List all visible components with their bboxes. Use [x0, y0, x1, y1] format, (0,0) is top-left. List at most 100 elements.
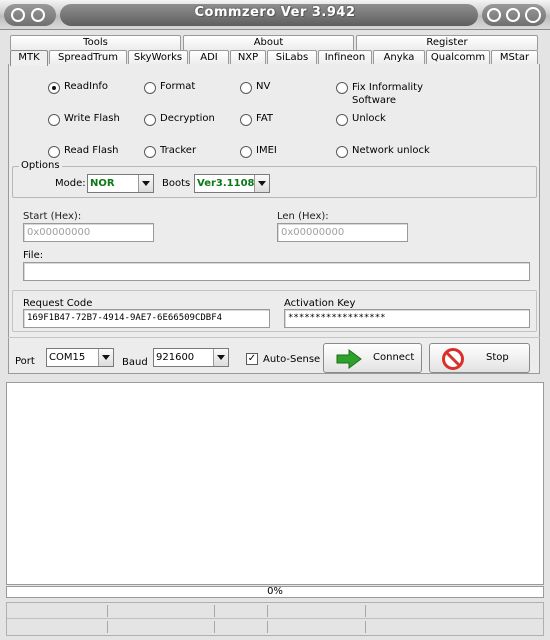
tab-label: Tools: [83, 37, 108, 48]
baud-label: Baud: [122, 357, 148, 368]
tab-label: MTK: [18, 52, 40, 63]
chevron-down-icon[interactable]: [254, 175, 269, 192]
boots-value: Ver3.1108: [197, 178, 255, 189]
tab-label: SkyWorks: [133, 52, 183, 63]
request-code-label: Request Code: [23, 298, 93, 309]
tab-register[interactable]: Register: [356, 35, 538, 50]
tab-nxp[interactable]: NXP: [230, 50, 266, 65]
tab-label: SpreadTrum: [57, 52, 119, 63]
radio-write-flash[interactable]: Write Flash: [48, 113, 120, 126]
len-hex-input[interactable]: 0x00000000: [277, 223, 408, 242]
radio-label: Format: [160, 81, 196, 92]
radio-icon: [240, 146, 252, 158]
status-separator: [107, 605, 108, 617]
chevron-down-icon[interactable]: [98, 349, 113, 366]
minimize-icon[interactable]: [487, 8, 501, 22]
radio-icon: [144, 114, 156, 126]
radio-icon: [48, 146, 60, 158]
mode-label: Mode:: [55, 178, 86, 189]
port-label: Port: [15, 356, 35, 367]
tab-skyworks[interactable]: SkyWorks: [128, 50, 188, 65]
maximize-icon[interactable]: [506, 8, 520, 22]
tab-qualcomm[interactable]: Qualcomm: [426, 50, 490, 65]
len-hex-label: Len (Hex):: [277, 211, 329, 222]
radio-icon: [336, 114, 348, 126]
tab-tools[interactable]: Tools: [10, 35, 181, 50]
radio-readinfo[interactable]: ReadInfo: [48, 81, 108, 94]
connect-button[interactable]: Connect: [323, 343, 422, 373]
radio-format[interactable]: Format: [144, 81, 195, 94]
radio-read-flash[interactable]: Read Flash: [48, 145, 119, 158]
tab-label: NXP: [237, 52, 259, 63]
file-label: File:: [23, 250, 44, 261]
radio-label: IMEI: [256, 145, 277, 156]
tab-mtk[interactable]: MTK: [10, 50, 48, 66]
tab-adi[interactable]: ADI: [189, 50, 229, 65]
tab-about[interactable]: About: [183, 35, 354, 50]
radio-decryption[interactable]: Decryption: [144, 113, 215, 126]
options-legend: Options: [19, 160, 62, 171]
tab-label: Anyka: [383, 52, 415, 63]
radio-icon: [48, 114, 60, 126]
radio-tracker[interactable]: Tracker: [144, 145, 196, 158]
start-hex-label: Start (Hex):: [23, 211, 82, 222]
status-separator: [267, 621, 268, 633]
auto-sense-label: Auto-Sense: [263, 354, 321, 365]
stop-button[interactable]: Stop: [429, 343, 530, 373]
green-arrow-right-icon: [336, 349, 362, 369]
chevron-down-icon[interactable]: [213, 349, 228, 366]
radio-label: Fix Informality Software: [352, 82, 424, 106]
mode-select[interactable]: NOR: [87, 174, 154, 193]
tab-infineon[interactable]: Infineon: [318, 50, 372, 65]
radio-nv[interactable]: NV: [240, 81, 270, 94]
radio-label: FAT: [256, 113, 274, 124]
status-separator: [267, 605, 268, 617]
port-select[interactable]: COM15: [46, 348, 114, 367]
tab-silabs[interactable]: SiLabs: [267, 50, 317, 65]
baud-select[interactable]: 921600: [153, 348, 229, 367]
mode-value: NOR: [90, 178, 115, 189]
radio-fix-informality-software[interactable]: Fix Informality Software: [336, 81, 423, 107]
tab-label: MStar: [499, 52, 530, 63]
tab-label: ADI: [200, 52, 218, 63]
divider: [8, 337, 540, 338]
radio-icon: [144, 146, 156, 158]
baud-value: 921600: [156, 352, 195, 363]
radio-icon: [336, 146, 348, 158]
chevron-down-icon[interactable]: [138, 175, 153, 192]
title-bar: Commzero Ver 3.942: [0, 0, 550, 30]
tab-mstar[interactable]: MStar: [491, 50, 538, 65]
start-hex-input[interactable]: 0x00000000: [23, 223, 154, 242]
radio-imei[interactable]: IMEI: [240, 145, 277, 158]
tab-spreadtrum[interactable]: SpreadTrum: [49, 50, 127, 65]
close-icon[interactable]: [525, 7, 541, 23]
auto-sense-checkbox[interactable]: ✓: [246, 353, 258, 365]
radio-icon: [336, 82, 348, 94]
tab-label: Register: [426, 37, 468, 48]
activation-key-field[interactable]: ******************: [284, 309, 530, 328]
radio-label: Network unlock: [352, 145, 430, 156]
radio-selected-icon: [48, 82, 60, 94]
radio-label: Read Flash: [64, 145, 119, 156]
file-input[interactable]: [23, 262, 530, 281]
status-separator: [107, 621, 108, 633]
log-area[interactable]: [6, 382, 544, 585]
radio-label: ReadInfo: [64, 81, 109, 92]
status-separator: [214, 605, 215, 617]
radio-icon: [240, 114, 252, 126]
boots-select[interactable]: Ver3.1108: [194, 174, 270, 193]
status-separator: [365, 605, 366, 617]
tab-label: About: [253, 37, 284, 48]
tab-label: Infineon: [324, 52, 366, 63]
tab-anyka[interactable]: Anyka: [373, 50, 425, 65]
radio-icon: [144, 82, 156, 94]
tab-label: Qualcomm: [430, 52, 486, 63]
request-code-field[interactable]: 169F1B47-72B7-4914-9AE7-6E66509CDBF4: [23, 309, 270, 328]
window-title: Commzero Ver 3.942: [194, 5, 356, 20]
checkmark-icon: ✓: [247, 353, 257, 364]
no-entry-icon: [442, 348, 464, 370]
radio-label: Write Flash: [64, 113, 120, 124]
radio-fat[interactable]: FAT: [240, 113, 273, 126]
radio-unlock[interactable]: Unlock: [336, 113, 386, 126]
radio-network-unlock[interactable]: Network unlock: [336, 145, 430, 158]
